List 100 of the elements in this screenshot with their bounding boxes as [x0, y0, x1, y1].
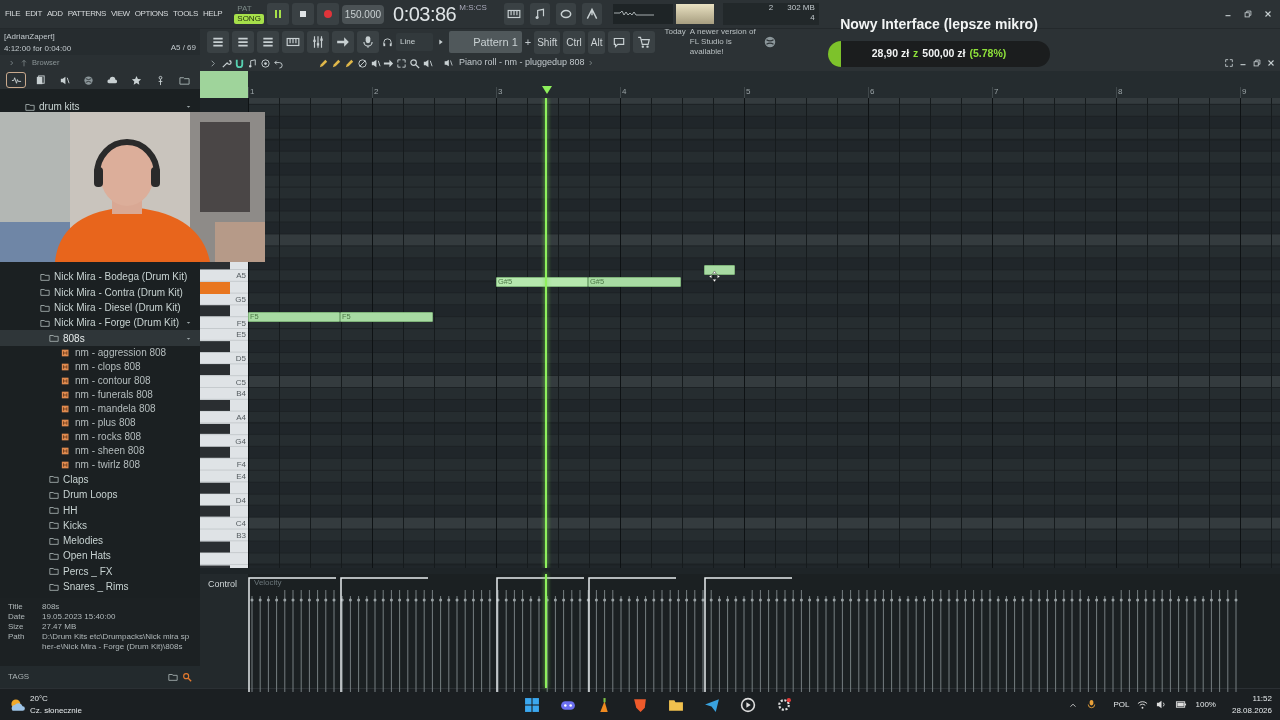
clock-date[interactable]: 28.08.2026	[1231, 704, 1272, 717]
tree-item[interactable]: Melodies	[0, 532, 200, 549]
tree-item[interactable]: Open Hats	[0, 548, 200, 564]
toolbar-button[interactable]	[232, 31, 254, 53]
weather-label[interactable]: Cz. słonecznie	[30, 704, 83, 717]
timeline-ruler[interactable]: 1 2 3 4 5 6 7 8 9	[248, 71, 1280, 98]
tree-item[interactable]: Nick Mira - Diesel (Drum Kit)	[0, 299, 200, 316]
zoom-icon[interactable]	[409, 57, 420, 69]
browser-tab[interactable]	[6, 72, 26, 88]
velocity-lanes-drawing[interactable]	[248, 574, 1238, 692]
menu-item[interactable]: EDIT	[24, 8, 43, 20]
tree-label: nm - mandela 808	[75, 402, 156, 417]
battery-icon[interactable]	[1175, 699, 1188, 710]
snap-dropdown[interactable]: Line	[396, 33, 434, 51]
tree-item[interactable]: Claps	[0, 471, 200, 488]
magnet-icon[interactable]	[234, 57, 245, 69]
clock-time[interactable]: 11:52	[1252, 692, 1272, 705]
close-icon	[1263, 9, 1273, 19]
key-label: A4	[236, 412, 247, 422]
audio-file-icon	[61, 403, 71, 414]
tree-item[interactable]: nm - plus 808	[0, 415, 200, 430]
circle-icon[interactable]	[260, 57, 271, 69]
menu-item[interactable]: OPTIONS	[133, 8, 169, 20]
note-icon[interactable]	[247, 57, 258, 69]
menu-item[interactable]: ADD	[45, 8, 64, 20]
modifier-key[interactable]: Ctrl	[563, 30, 585, 54]
tree-item[interactable]: Kicks	[0, 517, 200, 533]
battery-label[interactable]: 100%	[1195, 698, 1216, 711]
toolbar-button[interactable]	[307, 31, 329, 53]
speaker-icon[interactable]	[443, 57, 453, 68]
tree-item[interactable]: nm - sheen 808	[0, 443, 200, 458]
keyboard-icon	[506, 7, 521, 21]
tree-item[interactable]: Percs _ FX	[0, 563, 200, 579]
toolbar-button[interactable]	[581, 3, 602, 25]
toolbar-button[interactable]	[357, 31, 379, 53]
mode-toggle[interactable]: PAT	[234, 4, 264, 14]
wrench-icon[interactable]	[221, 57, 232, 69]
news-message[interactable]: A newer version of FL Studio is available!	[689, 27, 761, 57]
language-indicator[interactable]: POL	[1113, 698, 1130, 711]
tree-label: nm - rocks 808	[75, 430, 142, 445]
toolbar-button[interactable]	[555, 3, 576, 25]
toolbar-button[interactable]	[282, 31, 304, 53]
microphone-icon[interactable]	[1086, 699, 1098, 710]
tree-item[interactable]: nm - mandela 808	[0, 401, 200, 416]
globe-icon[interactable]	[763, 35, 778, 49]
selection-icon[interactable]	[396, 57, 407, 69]
tree-item[interactable]: Snares _ Rims	[0, 578, 200, 595]
key-label: C5	[235, 377, 247, 387]
tree-item[interactable]: Nick Mira - Forge (Drum Kit)	[0, 315, 200, 331]
tree-item[interactable]: nm - aggression 808	[0, 345, 200, 360]
no-entry-icon[interactable]	[357, 57, 368, 69]
tree-item[interactable]: nm - clops 808	[0, 359, 200, 374]
speaker-icon[interactable]	[370, 57, 381, 69]
tree-item[interactable]: nm - funerals 808	[0, 387, 200, 402]
speaker-icon[interactable]	[422, 57, 433, 69]
pattern-selector[interactable]: Pattern 1	[449, 30, 522, 54]
close-icon[interactable]	[1266, 58, 1276, 68]
help-button[interactable]	[608, 31, 631, 53]
tree-item[interactable]: nm - twirlz 808	[0, 457, 200, 472]
tree-item[interactable]: drum kits	[0, 99, 200, 115]
tree-item[interactable]: Nick Mira - Bodega (Drum Kit)	[0, 269, 200, 285]
temperature-label[interactable]: 20°C	[30, 692, 83, 705]
modifier-key[interactable]: Shift	[534, 30, 561, 54]
key-label: D5	[235, 353, 247, 363]
menu-item[interactable]: PATTERNS	[66, 8, 107, 20]
add-pattern-button[interactable]: +	[524, 33, 532, 51]
search-icon[interactable]	[182, 672, 192, 682]
toolbar-button[interactable]	[529, 3, 550, 25]
pencil-icon[interactable]	[318, 57, 329, 69]
piano-keyboard[interactable]: A5 G5 F5 E5 D5 C5 B4 A4 G4 F4 E4 D4 C4 B3	[200, 262, 248, 568]
tempo-field[interactable]: 150.000	[341, 4, 384, 24]
menu-item[interactable]: HELP	[202, 8, 224, 20]
shop-button[interactable]	[633, 31, 656, 53]
restore-icon[interactable]	[1252, 58, 1262, 68]
toolbar-button[interactable]	[207, 31, 229, 53]
tree-item[interactable]: nm - rocks 808	[0, 429, 200, 444]
snap-icon[interactable]	[1224, 58, 1234, 68]
menu-item[interactable]: FILE	[4, 8, 22, 20]
brush-icon[interactable]	[344, 57, 355, 69]
brush-icon[interactable]	[331, 57, 342, 69]
menu-item[interactable]: TOOLS	[172, 8, 199, 20]
audio-file-icon	[61, 389, 71, 400]
wifi-icon[interactable]	[1137, 699, 1149, 710]
mode-toggle[interactable]: SONG	[234, 14, 264, 24]
toolbar-button[interactable]	[332, 31, 354, 53]
stop-button[interactable]	[291, 3, 314, 25]
tree-item[interactable]: Drum Loops	[0, 487, 200, 503]
tree-item[interactable]: 808s	[0, 330, 200, 346]
tree-item[interactable]: Nick Mira - Contra (Drum Kit)	[0, 284, 200, 300]
folder-icon[interactable]	[168, 672, 178, 682]
tree-item[interactable]: nm - contour 808	[0, 373, 200, 388]
key-label: D4	[235, 495, 247, 505]
toolbar-button[interactable]	[503, 3, 524, 25]
menu-item[interactable]: VIEW	[109, 8, 131, 20]
modifier-key[interactable]: Alt	[587, 30, 606, 54]
speaker-icon[interactable]	[1156, 699, 1168, 710]
tree-item[interactable]: HH	[0, 502, 200, 518]
play-button[interactable]	[266, 3, 289, 25]
control-label[interactable]: Control	[208, 579, 237, 589]
toolbar-button[interactable]	[257, 31, 279, 53]
